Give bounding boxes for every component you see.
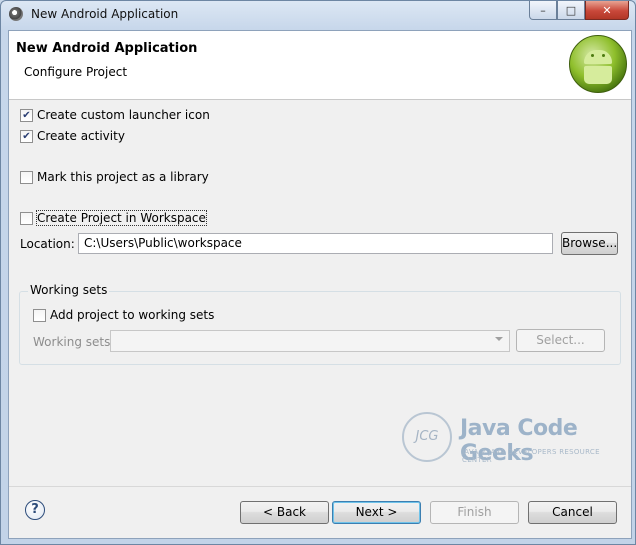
working-sets-group: Working sets Add project to working sets… [19, 283, 621, 365]
create-activity-label: Create activity [37, 129, 125, 143]
add-to-working-sets-checkbox[interactable] [33, 308, 46, 322]
cancel-button[interactable]: Cancel [528, 501, 617, 524]
workspace-option[interactable]: Create Project in Workspace [20, 210, 207, 226]
close-button[interactable]: ✕ [585, 1, 629, 20]
wizard-title: New Android Application [16, 41, 198, 56]
dialog-client: New Android Application Configure Projec… [8, 30, 632, 539]
launcher-icon-option[interactable]: ✔ Create custom launcher icon [20, 107, 210, 123]
create-activity-checkbox[interactable]: ✔ [20, 129, 33, 143]
window-controls: – □ ✕ [529, 1, 629, 21]
library-checkbox[interactable] [20, 170, 33, 184]
wizard-banner: New Android Application Configure Projec… [9, 31, 631, 100]
launcher-icon-label: Create custom launcher icon [37, 108, 210, 122]
launcher-icon-checkbox[interactable]: ✔ [20, 108, 33, 122]
footer-divider [9, 486, 631, 487]
back-button[interactable]: < Back [240, 501, 329, 524]
working-sets-combo[interactable] [110, 330, 510, 352]
select-working-sets-button[interactable]: Select... [516, 329, 605, 352]
working-sets-group-title: Working sets [28, 283, 110, 297]
window-title: New Android Application [31, 7, 179, 21]
add-to-working-sets-option[interactable]: Add project to working sets [33, 307, 214, 323]
create-activity-option[interactable]: ✔ Create activity [20, 128, 125, 144]
workspace-checkbox[interactable] [20, 211, 33, 225]
wizard-subtitle: Configure Project [24, 65, 128, 79]
next-button[interactable]: Next > [332, 501, 421, 524]
java-code-geeks-watermark: JCG Java Code Geeks JAVA 2 JAVA DEVELOPE… [398, 410, 620, 472]
help-icon[interactable]: ? [25, 500, 45, 520]
dialog-window: New Android Application – □ ✕ New Androi… [0, 0, 636, 545]
chevron-down-icon [495, 337, 503, 341]
library-label: Mark this project as a library [37, 170, 209, 184]
eclipse-icon [9, 7, 23, 21]
maximize-button[interactable]: □ [557, 1, 585, 20]
location-label: Location: [20, 237, 75, 251]
add-to-working-sets-label: Add project to working sets [50, 308, 215, 322]
workspace-label: Create Project in Workspace [36, 210, 207, 226]
jcg-tagline: JAVA 2 JAVA DEVELOPERS RESOURCE CENTER [462, 448, 600, 464]
location-input[interactable]: C:\Users\Public\workspace [78, 233, 553, 254]
browse-button[interactable]: Browse... [561, 232, 618, 255]
android-logo-icon [569, 35, 627, 93]
finish-button[interactable]: Finish [430, 501, 519, 524]
working-sets-label: Working sets: [33, 335, 115, 349]
jcg-badge: JCG [402, 412, 452, 462]
title-bar[interactable]: New Android Application – □ ✕ [1, 1, 635, 29]
minimize-button[interactable]: – [529, 1, 557, 20]
library-option[interactable]: Mark this project as a library [20, 169, 209, 185]
